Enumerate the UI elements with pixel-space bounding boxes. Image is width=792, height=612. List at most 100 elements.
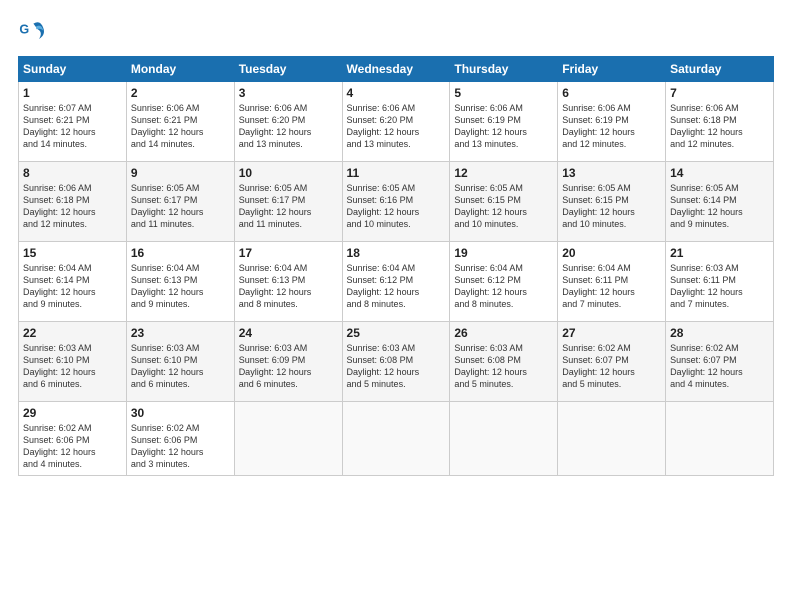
day-info: Sunrise: 6:03 AM Sunset: 6:10 PM Dayligh…: [131, 342, 230, 391]
day-info: Sunrise: 6:02 AM Sunset: 6:07 PM Dayligh…: [670, 342, 769, 391]
day-number: 15: [23, 246, 122, 260]
day-info: Sunrise: 6:03 AM Sunset: 6:08 PM Dayligh…: [347, 342, 446, 391]
day-info: Sunrise: 6:03 AM Sunset: 6:08 PM Dayligh…: [454, 342, 553, 391]
day-number: 5: [454, 86, 553, 100]
day-number: 1: [23, 86, 122, 100]
calendar-cell: 8Sunrise: 6:06 AM Sunset: 6:18 PM Daylig…: [19, 162, 127, 242]
day-info: Sunrise: 6:05 AM Sunset: 6:14 PM Dayligh…: [670, 182, 769, 231]
calendar-cell: 19 Sunrise: 6:04 AM Sunset: 6:12 PM Dayli…: [450, 242, 558, 322]
weekday-header: Wednesday: [342, 57, 450, 82]
calendar-cell: 27 Sunrise: 6:02 AM Sunset: 6:07 PM Dayli…: [558, 322, 666, 402]
day-number: 13: [562, 166, 661, 180]
day-number: 27: [562, 326, 661, 340]
day-number: 20: [562, 246, 661, 260]
day-number: 14: [670, 166, 769, 180]
day-number: 19: [454, 246, 553, 260]
calendar-cell: 26 Sunrise: 6:03 AM Sunset: 6:08 PM Dayli…: [450, 322, 558, 402]
day-info: Sunrise: 6:03 AM Sunset: 6:11 PM Dayligh…: [670, 262, 769, 311]
day-info: Sunrise: 6:04 AM Sunset: 6:13 PM Dayligh…: [131, 262, 230, 311]
day-info: Sunrise: 6:06 AM Sunset: 6:20 PM Dayligh…: [347, 102, 446, 151]
day-number: 30: [131, 406, 230, 420]
calendar-cell: 17 Sunrise: 6:04 AM Sunset: 6:13 PM Dayli…: [234, 242, 342, 322]
calendar-cell: 3 Sunrise: 6:06 AM Sunset: 6:20 PM Daylig…: [234, 82, 342, 162]
day-info: Sunrise: 6:05 AM Sunset: 6:17 PM Dayligh…: [239, 182, 338, 231]
calendar-cell: 10 Sunrise: 6:05 AM Sunset: 6:17 PM Dayli…: [234, 162, 342, 242]
calendar-cell: [666, 402, 774, 476]
calendar-cell: 1 Sunrise: 6:07 AM Sunset: 6:21 PM Daylig…: [19, 82, 127, 162]
weekday-header: Thursday: [450, 57, 558, 82]
calendar-cell: 21 Sunrise: 6:03 AM Sunset: 6:11 PM Dayli…: [666, 242, 774, 322]
page-header: G: [18, 18, 774, 46]
calendar-table: SundayMondayTuesdayWednesdayThursdayFrid…: [18, 56, 774, 476]
day-info: Sunrise: 6:06 AM Sunset: 6:20 PM Dayligh…: [239, 102, 338, 151]
calendar-cell: 9Sunrise: 6:05 AM Sunset: 6:17 PM Daylig…: [126, 162, 234, 242]
day-number: 24: [239, 326, 338, 340]
weekday-header: Friday: [558, 57, 666, 82]
day-info: Sunrise: 6:04 AM Sunset: 6:12 PM Dayligh…: [347, 262, 446, 311]
logo: G: [18, 18, 50, 46]
day-number: 29: [23, 406, 122, 420]
day-info: Sunrise: 6:02 AM Sunset: 6:07 PM Dayligh…: [562, 342, 661, 391]
calendar-cell: 22 Sunrise: 6:03 AM Sunset: 6:10 PM Dayli…: [19, 322, 127, 402]
day-info: Sunrise: 6:06 AM Sunset: 6:19 PM Dayligh…: [454, 102, 553, 151]
day-info: Sunrise: 6:07 AM Sunset: 6:21 PM Dayligh…: [23, 102, 122, 151]
calendar-cell: 11 Sunrise: 6:05 AM Sunset: 6:16 PM Dayli…: [342, 162, 450, 242]
day-number: 2: [131, 86, 230, 100]
calendar-cell: 25Sunrise: 6:03 AM Sunset: 6:08 PM Dayli…: [342, 322, 450, 402]
day-number: 12: [454, 166, 553, 180]
day-number: 26: [454, 326, 553, 340]
day-info: Sunrise: 6:05 AM Sunset: 6:15 PM Dayligh…: [562, 182, 661, 231]
calendar-cell: 24 Sunrise: 6:03 AM Sunset: 6:09 PM Dayli…: [234, 322, 342, 402]
day-number: 8: [23, 166, 122, 180]
day-info: Sunrise: 6:05 AM Sunset: 6:15 PM Dayligh…: [454, 182, 553, 231]
day-info: Sunrise: 6:03 AM Sunset: 6:09 PM Dayligh…: [239, 342, 338, 391]
day-number: 17: [239, 246, 338, 260]
day-number: 7: [670, 86, 769, 100]
weekday-header: Saturday: [666, 57, 774, 82]
day-number: 22: [23, 326, 122, 340]
calendar-cell: 18 Sunrise: 6:04 AM Sunset: 6:12 PM Dayli…: [342, 242, 450, 322]
day-number: 11: [347, 166, 446, 180]
svg-text:G: G: [19, 22, 29, 36]
calendar-cell: 14 Sunrise: 6:05 AM Sunset: 6:14 PM Dayli…: [666, 162, 774, 242]
calendar-cell: 7Sunrise: 6:06 AM Sunset: 6:18 PM Daylig…: [666, 82, 774, 162]
day-number: 10: [239, 166, 338, 180]
day-info: Sunrise: 6:05 AM Sunset: 6:17 PM Dayligh…: [131, 182, 230, 231]
day-info: Sunrise: 6:02 AM Sunset: 6:06 PM Dayligh…: [131, 422, 230, 471]
calendar-cell: 29 Sunrise: 6:02 AM Sunset: 6:06 PM Dayli…: [19, 402, 127, 476]
day-info: Sunrise: 6:06 AM Sunset: 6:21 PM Dayligh…: [131, 102, 230, 151]
day-info: Sunrise: 6:03 AM Sunset: 6:10 PM Dayligh…: [23, 342, 122, 391]
logo-icon: G: [18, 18, 46, 46]
day-number: 16: [131, 246, 230, 260]
calendar-cell: 16 Sunrise: 6:04 AM Sunset: 6:13 PM Dayli…: [126, 242, 234, 322]
day-number: 6: [562, 86, 661, 100]
day-number: 21: [670, 246, 769, 260]
calendar-cell: 13 Sunrise: 6:05 AM Sunset: 6:15 PM Dayli…: [558, 162, 666, 242]
calendar-header-row: SundayMondayTuesdayWednesdayThursdayFrid…: [19, 57, 774, 82]
day-number: 23: [131, 326, 230, 340]
calendar-cell: 28 Sunrise: 6:02 AM Sunset: 6:07 PM Dayli…: [666, 322, 774, 402]
calendar-cell: 5 Sunrise: 6:06 AM Sunset: 6:19 PM Daylig…: [450, 82, 558, 162]
calendar-cell: 15Sunrise: 6:04 AM Sunset: 6:14 PM Dayli…: [19, 242, 127, 322]
calendar-cell: 20 Sunrise: 6:04 AM Sunset: 6:11 PM Dayli…: [558, 242, 666, 322]
day-number: 3: [239, 86, 338, 100]
calendar-cell: 4 Sunrise: 6:06 AM Sunset: 6:20 PM Daylig…: [342, 82, 450, 162]
day-info: Sunrise: 6:02 AM Sunset: 6:06 PM Dayligh…: [23, 422, 122, 471]
calendar-cell: 30 Sunrise: 6:02 AM Sunset: 6:06 PM Dayli…: [126, 402, 234, 476]
calendar-cell: 6 Sunrise: 6:06 AM Sunset: 6:19 PM Daylig…: [558, 82, 666, 162]
weekday-header: Monday: [126, 57, 234, 82]
day-info: Sunrise: 6:06 AM Sunset: 6:19 PM Dayligh…: [562, 102, 661, 151]
calendar-cell: [450, 402, 558, 476]
calendar-cell: [234, 402, 342, 476]
day-info: Sunrise: 6:04 AM Sunset: 6:11 PM Dayligh…: [562, 262, 661, 311]
calendar-cell: 23 Sunrise: 6:03 AM Sunset: 6:10 PM Dayli…: [126, 322, 234, 402]
day-number: 28: [670, 326, 769, 340]
day-info: Sunrise: 6:05 AM Sunset: 6:16 PM Dayligh…: [347, 182, 446, 231]
day-number: 18: [347, 246, 446, 260]
calendar-cell: 12 Sunrise: 6:05 AM Sunset: 6:15 PM Dayli…: [450, 162, 558, 242]
calendar-cell: [342, 402, 450, 476]
day-info: Sunrise: 6:04 AM Sunset: 6:12 PM Dayligh…: [454, 262, 553, 311]
day-info: Sunrise: 6:04 AM Sunset: 6:13 PM Dayligh…: [239, 262, 338, 311]
calendar-cell: 2 Sunrise: 6:06 AM Sunset: 6:21 PM Daylig…: [126, 82, 234, 162]
day-number: 4: [347, 86, 446, 100]
